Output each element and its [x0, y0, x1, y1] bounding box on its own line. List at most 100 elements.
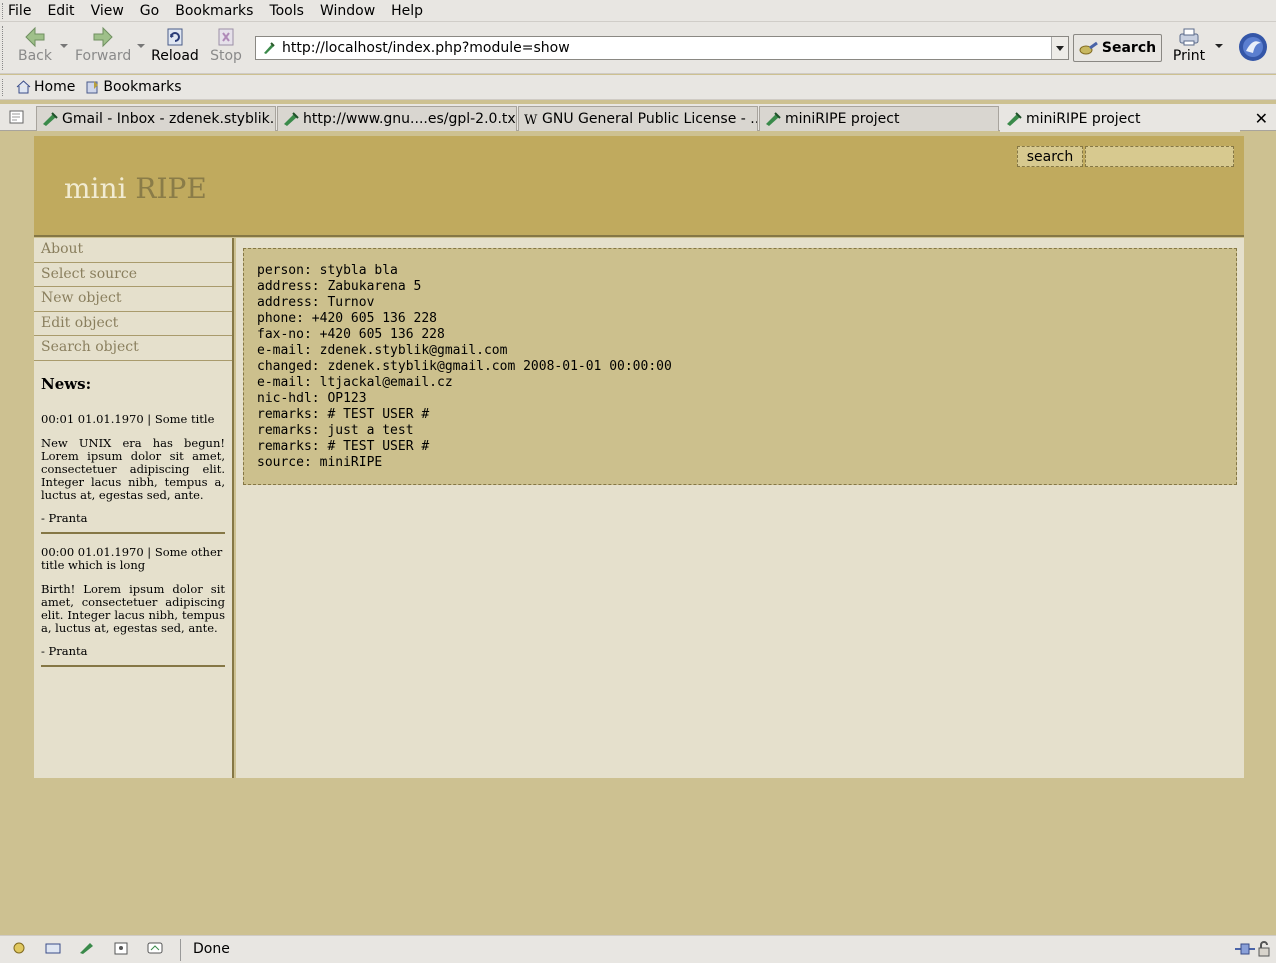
url-history-dropdown[interactable] [1051, 37, 1068, 59]
reload-button[interactable]: Reload [151, 26, 199, 64]
back-button[interactable]: Back [18, 26, 52, 64]
throbber-icon [1239, 33, 1267, 61]
toolbar-grip[interactable] [2, 79, 5, 96]
record-line: fax-no: +420 605 136 228 [257, 327, 445, 342]
online-status-icon[interactable] [1234, 940, 1256, 958]
logo-ripe: RIPE [135, 172, 207, 205]
site-logo[interactable]: mini RIPE [64, 172, 207, 205]
print-button[interactable]: Print [1170, 26, 1208, 64]
toolbar-grip[interactable] [2, 3, 5, 19]
tab-gnu-license-wikipedia[interactable]: W GNU General Public License - ... [518, 106, 758, 131]
navigator-icon[interactable] [10, 941, 28, 955]
home-button[interactable]: Home [16, 79, 75, 95]
nav-search-object[interactable]: Search object [34, 336, 232, 361]
home-label: Home [34, 79, 76, 95]
record-line: changed: zdenek.styblik@gmail.com 2008-0… [257, 359, 672, 374]
security-lock-icon [1258, 941, 1270, 957]
mail-icon[interactable] [44, 941, 62, 955]
forward-arrow-icon [93, 26, 113, 48]
menu-window[interactable]: Window [320, 3, 375, 19]
nav-new-object[interactable]: New object [34, 287, 232, 312]
navigation-toolbar: Back Forward Reload Stop Search Print [0, 22, 1276, 74]
record-line: e-mail: ltjackal@email.cz [257, 375, 453, 390]
nav-about[interactable]: About [34, 238, 232, 263]
news-author: - Pranta [41, 510, 88, 525]
search-button[interactable]: Search [1073, 34, 1162, 62]
nav-edit-object[interactable]: Edit object [34, 311, 232, 337]
news-body: Birth! Lorem ipsum dolor sit amet, conse… [41, 581, 225, 635]
tab-bar: Gmail - Inbox - zdenek.styblik... http:/… [0, 104, 1276, 132]
tab-miniripe-active[interactable]: miniRIPE project [1000, 104, 1240, 132]
menu-view[interactable]: View [91, 3, 124, 19]
bookmarks-label: Bookmarks [103, 79, 182, 95]
pen-icon [43, 112, 58, 126]
tab-label: GNU General Public License - ... [542, 111, 758, 127]
chat-icon[interactable] [146, 941, 164, 955]
back-history-dropdown[interactable] [60, 44, 68, 48]
tab-label: miniRIPE project [785, 111, 900, 127]
menu-edit[interactable]: Edit [47, 3, 74, 19]
forward-history-dropdown[interactable] [137, 44, 145, 48]
pen-icon [1007, 111, 1022, 126]
record-line: remarks: just a test [257, 423, 414, 438]
record-line: remarks: # TEST USER # [257, 407, 430, 422]
nav-select-source[interactable]: Select source [34, 262, 232, 288]
menu-go[interactable]: Go [140, 3, 159, 19]
news-body: New UNIX era has begun! Lorem ipsum dolo… [41, 435, 225, 502]
search-icon [1079, 41, 1098, 55]
logo-mini: mini [64, 172, 127, 205]
bookmarks-button[interactable]: Bookmarks [85, 79, 182, 95]
toolbar-grip[interactable] [2, 26, 5, 70]
status-separator [180, 939, 181, 961]
news-author: - Pranta [41, 643, 88, 658]
record-line: source: miniRIPE [257, 455, 383, 470]
back-label: Back [18, 48, 52, 64]
news-section: News: 00:01 01.01.1970 | Some title New … [34, 361, 232, 667]
tab-miniripe-1[interactable]: miniRIPE project [759, 106, 999, 131]
record-line: nic-hdl: OP123 [257, 391, 367, 406]
news-meta: 00:01 01.01.1970 | Some title [41, 411, 215, 426]
forward-button[interactable]: Forward [75, 26, 131, 64]
composer-icon[interactable] [78, 941, 96, 955]
close-tab-icon[interactable]: ✕ [1255, 109, 1268, 128]
url-bar[interactable] [255, 36, 1069, 60]
site-search-button[interactable]: search [1017, 146, 1083, 167]
ripe-object-record: person: stybla bla address: Zabukarena 5a… [243, 248, 1237, 485]
record-line: address: Zabukarena 5 [257, 279, 422, 294]
site-header: mini RIPE search [34, 136, 1244, 237]
menu-bookmarks[interactable]: Bookmarks [175, 3, 253, 19]
print-label: Print [1172, 48, 1206, 64]
print-dropdown[interactable] [1215, 44, 1223, 48]
back-arrow-icon [25, 26, 45, 48]
tab-label: Gmail - Inbox - zdenek.styblik... [62, 111, 276, 127]
url-input[interactable] [282, 40, 1062, 56]
tab-gmail[interactable]: Gmail - Inbox - zdenek.styblik... [36, 106, 276, 131]
stop-icon [218, 28, 234, 46]
tab-label: http://www.gnu....es/gpl-2.0.txt [303, 111, 517, 127]
page-viewport: mini RIPE search About Select source New… [2, 132, 1274, 935]
pen-icon [766, 112, 781, 126]
search-label: Search [1101, 40, 1157, 56]
record-line: e-mail: zdenek.styblik@gmail.com [257, 343, 508, 358]
news-item: 00:01 01.01.1970 | Some title New UNIX e… [41, 411, 225, 534]
tab-gpl-text[interactable]: http://www.gnu....es/gpl-2.0.txt [277, 106, 517, 131]
bookmarks-toolbar: Home Bookmarks [0, 75, 1276, 100]
wikipedia-icon: W [524, 113, 538, 126]
reload-icon [167, 28, 183, 46]
status-indicators [1234, 940, 1272, 958]
site-search-input[interactable] [1085, 146, 1234, 167]
record-line: address: Turnov [257, 295, 375, 310]
new-tab-icon[interactable] [9, 110, 25, 124]
main-content: person: stybla bla address: Zabukarena 5a… [236, 238, 1244, 778]
status-text: Done [193, 941, 230, 957]
news-heading: News: [41, 374, 92, 393]
address-book-icon[interactable] [112, 941, 130, 955]
stop-label: Stop [210, 48, 242, 64]
svg-text:W: W [524, 113, 538, 126]
sidebar: About Select source New object Edit obje… [34, 238, 234, 778]
forward-label: Forward [75, 48, 132, 64]
stop-button[interactable]: Stop [209, 26, 243, 64]
menu-help[interactable]: Help [391, 3, 423, 19]
menu-tools[interactable]: Tools [269, 3, 304, 19]
menu-file[interactable]: File [8, 3, 31, 19]
